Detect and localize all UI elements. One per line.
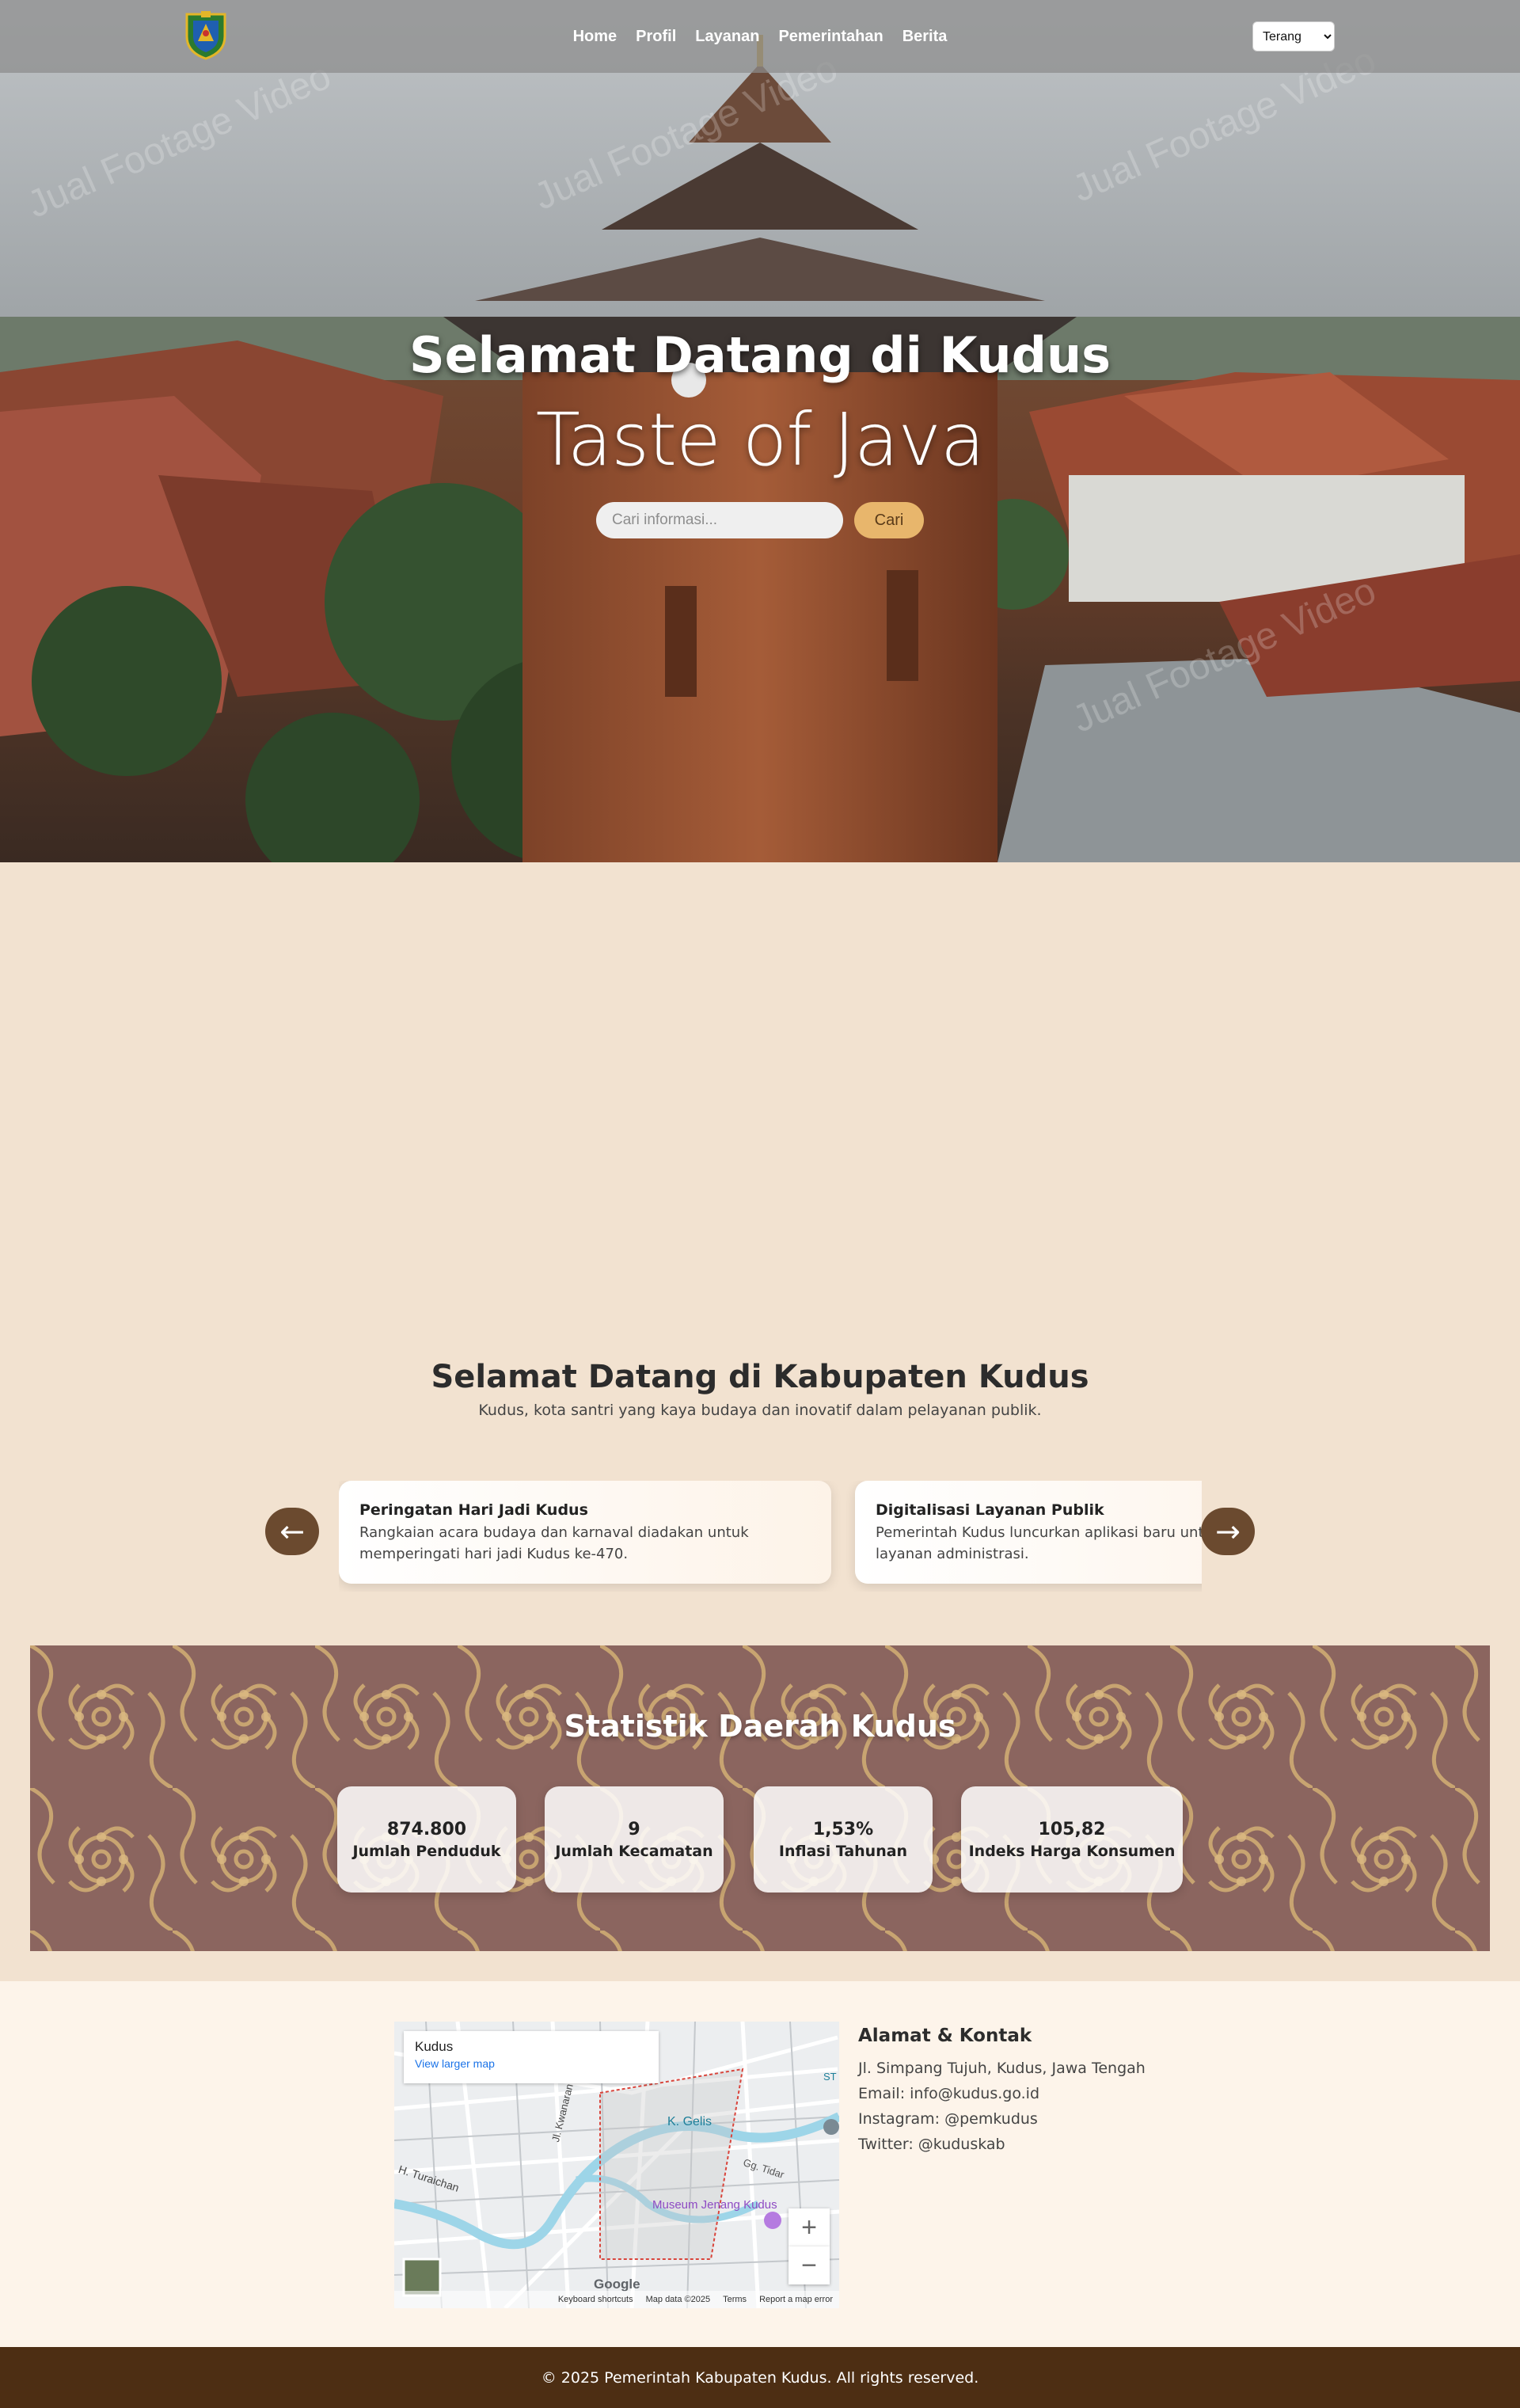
map-footer: Keyboard shortcuts Map data ©2025 Terms …: [394, 2291, 839, 2308]
stat-value: 1,53%: [812, 1820, 874, 1839]
stat-card: 874.800 Jumlah Penduduk: [337, 1786, 516, 1893]
news-carousel: Peringatan Hari Jadi Kudus Rangkaian aca…: [339, 1481, 1202, 1592]
stat-value: 9: [628, 1820, 640, 1839]
contact-info: Alamat & Kontak Jl. Simpang Tujuh, Kudus…: [858, 2026, 1146, 2157]
theme-select[interactable]: Terang: [1252, 21, 1335, 51]
nav-link-profil[interactable]: Profil: [636, 28, 676, 46]
hero-title: Selamat Datang di Kudus: [408, 326, 1112, 384]
site-footer: © 2025 Pemerintah Kabupaten Kudus. All r…: [0, 2347, 1520, 2408]
contact-title: Alamat & Kontak: [858, 2026, 1032, 2046]
map-label: K. Gelis: [667, 2115, 712, 2128]
stats-title: Statistik Daerah Kudus: [564, 1709, 956, 1744]
news-card-text: Rangkaian acara budaya dan karnaval diad…: [359, 1524, 749, 1562]
nav-link-pemerintahan[interactable]: Pemerintahan: [778, 28, 883, 46]
zoom-in-button[interactable]: +: [788, 2208, 830, 2246]
map-label: Museum Jenang Kudus: [652, 2198, 777, 2212]
map-footer-link[interactable]: Report a map error: [759, 2295, 833, 2304]
nav-link-home[interactable]: Home: [573, 28, 618, 46]
stat-card: 105,82 Indeks Harga Konsumen: [961, 1786, 1183, 1893]
map-label: ST: [823, 2071, 837, 2083]
welcome-description: Kudus, kota santri yang kaya budaya dan …: [478, 1402, 1042, 1419]
map-footer-link[interactable]: Keyboard shortcuts: [558, 2295, 633, 2304]
embedded-map[interactable]: Kudus View larger map K. Gelis Jl. Kwana…: [394, 2022, 839, 2308]
contact-instagram: Instagram: @pemkudus: [858, 2110, 1038, 2128]
stat-label: Inflasi Tahunan: [778, 1843, 908, 1860]
contact-email: Email: info@kudus.go.id: [858, 2085, 1040, 2102]
news-card[interactable]: Digitalisasi Layanan Publik Pemerintah K…: [855, 1481, 1202, 1584]
news-card-title: Digitalisasi Layanan Publik: [876, 1501, 1104, 1519]
search-input[interactable]: [596, 502, 843, 538]
arrow-left-icon: ←: [279, 1514, 305, 1549]
contact-address: Jl. Simpang Tujuh, Kudus, Jawa Tengah: [858, 2060, 1146, 2077]
nav-link-berita[interactable]: Berita: [902, 28, 948, 46]
map-larger-link[interactable]: View larger map: [415, 2057, 648, 2070]
carousel-next-button[interactable]: →: [1201, 1508, 1255, 1555]
news-card-title: Peringatan Hari Jadi Kudus: [359, 1501, 588, 1519]
minus-icon: −: [801, 2250, 817, 2281]
hero-subtitle: Taste of Java: [535, 398, 985, 482]
hero-search: Cari: [0, 502, 1520, 538]
footer-copyright: © 2025 Pemerintah Kabupaten Kudus. All r…: [541, 2368, 979, 2387]
map-footer-link[interactable]: Terms: [723, 2295, 747, 2304]
stat-label: Jumlah Kecamatan: [555, 1843, 713, 1860]
contact-twitter: Twitter: @kuduskab: [858, 2136, 1005, 2153]
search-button[interactable]: Cari: [854, 502, 924, 538]
plus-icon: +: [801, 2212, 817, 2243]
map-info-box: Kudus View larger map: [404, 2031, 659, 2083]
arrow-right-icon: →: [1215, 1514, 1241, 1549]
navbar: Home Profil Layanan Pemerintahan Berita …: [0, 0, 1520, 73]
stat-value: 874.800: [386, 1820, 467, 1839]
stats-section: Statistik Daerah Kudus 874.800 Jumlah Pe…: [30, 1645, 1490, 1951]
stat-label: Jumlah Penduduk: [352, 1843, 501, 1860]
hero-section: Jual Footage Video Jual Footage Video Ju…: [0, 0, 1520, 862]
welcome-title: Selamat Datang di Kabupaten Kudus: [431, 1359, 1089, 1395]
contact-section: Kudus View larger map K. Gelis Jl. Kwana…: [0, 1981, 1520, 2347]
stat-card: 9 Jumlah Kecamatan: [545, 1786, 724, 1893]
map-place-name: Kudus: [415, 2039, 454, 2054]
news-card-text: Pemerintah Kudus luncurkan aplikasi baru…: [876, 1524, 1202, 1562]
stat-label: Indeks Harga Konsumen: [968, 1843, 1176, 1860]
map-footer-text: Map data ©2025: [645, 2295, 711, 2304]
nav-link-layanan[interactable]: Layanan: [695, 28, 759, 46]
stat-value: 105,82: [1038, 1820, 1106, 1839]
zoom-out-button[interactable]: −: [788, 2246, 830, 2284]
carousel-prev-button[interactable]: ←: [265, 1508, 319, 1555]
stat-card: 1,53% Inflasi Tahunan: [754, 1786, 933, 1893]
news-card[interactable]: Peringatan Hari Jadi Kudus Rangkaian aca…: [339, 1481, 831, 1584]
google-logo: Google: [594, 2277, 640, 2292]
